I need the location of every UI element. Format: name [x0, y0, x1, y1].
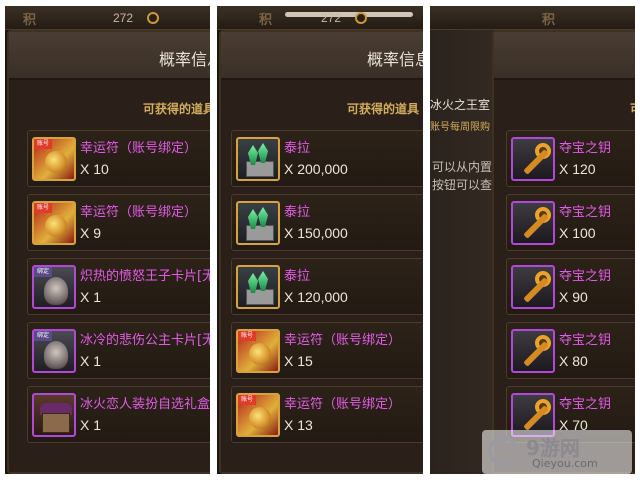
list-item[interactable]: 夺宝之钥 X 90: [506, 258, 635, 315]
dialog-title-bar: 概率信息: [9, 32, 210, 80]
item-name: 幸运符（账号绑定）: [80, 205, 198, 220]
lucky-charm-icon: 账号: [32, 201, 76, 245]
item-quantity: X 90: [559, 289, 588, 305]
list-item[interactable]: 账号 幸运符（账号绑定） X 13: [231, 386, 423, 443]
dialog-title: 概率信息: [159, 52, 210, 69]
watermark-en: Qieyou.com: [532, 457, 598, 470]
terra-crystal-icon: [236, 137, 280, 181]
obtainable-items-label: 可获得的道具: [347, 102, 420, 116]
lucky-charm-icon: 账号: [236, 329, 280, 373]
treasure-key-icon: [511, 201, 555, 245]
drag-handle[interactable]: [285, 12, 413, 17]
top-status-bar: 积: [430, 6, 635, 30]
item-name: 夺宝之钥: [559, 397, 612, 412]
item-name: 幸运符（账号绑定）: [80, 141, 198, 156]
item-quantity: X 150,000: [284, 225, 348, 241]
list-item[interactable]: 泰拉 X 150,000: [231, 194, 423, 251]
item-name: 夺宝之钥: [559, 269, 612, 284]
lucky-charm-icon: 账号: [32, 137, 76, 181]
list-item[interactable]: 夺宝之钥 X 100: [506, 194, 635, 251]
obtainable-items-label: 可获得的道具: [143, 102, 210, 116]
princess-card-icon: 绑定: [32, 329, 76, 373]
item-name: 幸运符（账号绑定）: [284, 333, 402, 348]
currency-count: 272: [321, 11, 342, 25]
points-icon: 积: [259, 13, 273, 28]
item-name: 泰拉: [284, 269, 311, 284]
dialog-title-bar: 概率信息: [221, 32, 423, 80]
list-item[interactable]: 冰火恋人装扮自选礼盒 X 1: [27, 386, 210, 443]
gift-box-icon: [32, 393, 76, 437]
coin-icon: [147, 12, 159, 24]
list-item[interactable]: 绑定 炽热的愤怒王子卡片[无 X 1: [27, 258, 210, 315]
weekly-limit-fragment: 账号每周限购: [430, 122, 490, 133]
list-item[interactable]: 夺宝之钥 X 120: [506, 130, 635, 187]
dialog-title-bar: [494, 32, 635, 80]
prince-card-icon: 绑定: [32, 265, 76, 309]
item-name: 炽热的愤怒王子卡片[无: [80, 269, 210, 284]
item-name: 夺宝之钥: [559, 205, 612, 220]
screenshot-panel-2: 积 272 概率信息 可获得的道具 泰拉 X 200,000 泰拉 X 150,…: [217, 6, 423, 474]
item-quantity: X 9: [80, 225, 102, 241]
terra-crystal-icon: [236, 201, 280, 245]
item-name: 泰拉: [284, 205, 311, 220]
watermark-logo-icon: [488, 436, 518, 466]
item-quantity: X 1: [80, 417, 102, 433]
description-line-2: 按钮可以查: [432, 178, 493, 192]
item-quantity: X 1: [80, 289, 102, 305]
item-name: 冰火恋人装扮自选礼盒: [80, 397, 210, 412]
item-name: 夺宝之钥: [559, 333, 612, 348]
list-item[interactable]: 绑定 冰冷的悲伤公主卡片[无 X 1: [27, 322, 210, 379]
item-quantity: X 15: [284, 353, 313, 369]
item-quantity: X 120,000: [284, 289, 348, 305]
screenshot-panel-3: 积 冰火之王室 账号每周限购 可以从内置 按钮可以查 可 夺宝之钥 X 120 …: [430, 6, 635, 474]
list-item[interactable]: 泰拉 X 120,000: [231, 258, 423, 315]
treasure-key-icon: [511, 265, 555, 309]
item-name: 冰冷的悲伤公主卡片[无: [80, 333, 210, 348]
list-item[interactable]: 账号 幸运符（账号绑定） X 10: [27, 130, 210, 187]
list-item[interactable]: 账号 幸运符（账号绑定） X 15: [231, 322, 423, 379]
item-quantity: X 13: [284, 417, 313, 433]
item-name: 幸运符（账号绑定）: [284, 397, 402, 412]
probability-dialog: 概率信息 可获得的道具 泰拉 X 200,000 泰拉 X 150,000 泰拉…: [219, 30, 423, 474]
item-quantity: X 80: [559, 353, 588, 369]
probability-dialog: 概率信息 可获得的道具 账号 幸运符（账号绑定） X 10 账号 幸运符（账号绑…: [7, 30, 210, 474]
background-shop-page: 冰火之王室 账号每周限购 可以从内置 按钮可以查: [430, 30, 500, 474]
item-name: 泰拉: [284, 141, 311, 156]
terra-crystal-icon: [236, 265, 280, 309]
lucky-charm-icon: 账号: [236, 393, 280, 437]
obtainable-items-fragment: 可: [630, 100, 635, 117]
shop-title-fragment: 冰火之王室: [430, 98, 491, 112]
coin-icon: [355, 12, 367, 24]
item-quantity: X 10: [80, 161, 109, 177]
item-quantity: X 100: [559, 225, 596, 241]
item-name: 夺宝之钥: [559, 141, 612, 156]
screenshot-panel-1: 积 272 概率信息 可获得的道具 账号 幸运符（账号绑定） X 10 账号 幸…: [5, 6, 210, 474]
item-quantity: X 120: [559, 161, 596, 177]
item-quantity: X 1: [80, 353, 102, 369]
list-item[interactable]: 账号 幸运符（账号绑定） X 9: [27, 194, 210, 251]
list-item[interactable]: 泰拉 X 200,000: [231, 130, 423, 187]
dialog-title: 概率信息: [367, 52, 423, 69]
treasure-key-icon: [511, 137, 555, 181]
list-item[interactable]: 夺宝之钥 X 80: [506, 322, 635, 379]
item-quantity: X 200,000: [284, 161, 348, 177]
points-icon: 积: [23, 13, 37, 28]
top-status-bar: 积 272: [5, 6, 210, 30]
description-line-1: 可以从内置: [432, 160, 493, 174]
currency-count: 272: [113, 11, 134, 25]
points-icon: 积: [542, 13, 556, 28]
probability-dialog: 可 夺宝之钥 X 120 夺宝之钥 X 100 夺宝之钥 X 90 夺宝之钥 X…: [492, 30, 635, 474]
site-watermark: 9游网 Qieyou.com: [482, 430, 632, 474]
treasure-key-icon: [511, 329, 555, 373]
top-status-bar: 积 272: [217, 6, 423, 30]
